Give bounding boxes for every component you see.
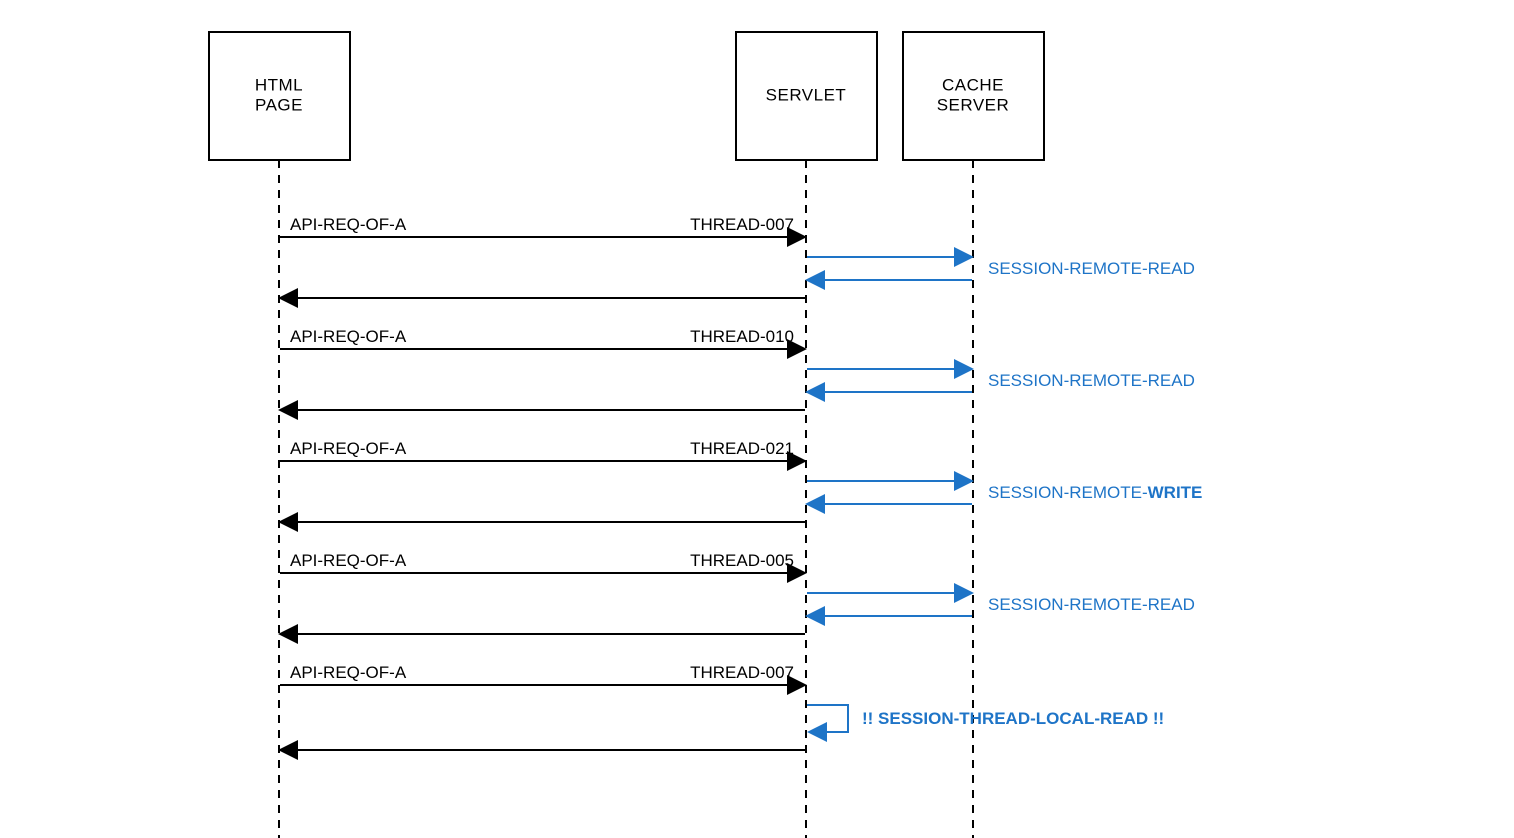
actor-cache-server-label1: CACHE	[942, 75, 1004, 94]
msg5-api-label: API-REQ-OF-A	[290, 663, 407, 682]
sequence-diagram: HTML PAGE SERVLET CACHE SERVER API-REQ-O…	[0, 0, 1514, 838]
msg5-self-call	[807, 705, 848, 732]
msg3-thread-label: THREAD-021	[690, 439, 794, 458]
msg1-api-label: API-REQ-OF-A	[290, 215, 407, 234]
msg5-thread-label: THREAD-007	[690, 663, 794, 682]
actor-html-page-label1: HTML	[255, 75, 303, 94]
actor-cache-server-label2: SERVER	[937, 95, 1010, 114]
msg1-session-label: SESSION-REMOTE-READ	[988, 259, 1195, 278]
msg4-thread-label: THREAD-005	[690, 551, 794, 570]
msg3-session-label: SESSION-REMOTE-WRITE	[988, 483, 1202, 502]
msg3-api-label: API-REQ-OF-A	[290, 439, 407, 458]
msg4-session-label: SESSION-REMOTE-READ	[988, 595, 1195, 614]
msg4-api-label: API-REQ-OF-A	[290, 551, 407, 570]
actor-html-page-label2: PAGE	[255, 95, 303, 114]
msg5-session-label: !! SESSION-THREAD-LOCAL-READ !!	[862, 709, 1164, 728]
msg1-thread-label: THREAD-007	[690, 215, 794, 234]
actor-servlet-label: SERVLET	[766, 85, 847, 104]
msg2-api-label: API-REQ-OF-A	[290, 327, 407, 346]
msg2-session-label: SESSION-REMOTE-READ	[988, 371, 1195, 390]
msg2-thread-label: THREAD-010	[690, 327, 794, 346]
